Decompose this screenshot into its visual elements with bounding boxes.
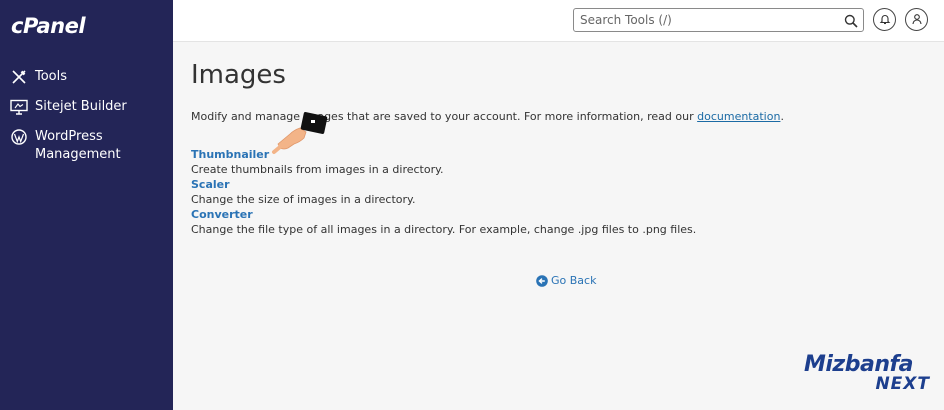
- tools-icon: [10, 68, 28, 86]
- scaler-link[interactable]: Scaler: [191, 178, 230, 191]
- scaler-description: Change the size of images in a directory…: [191, 193, 416, 206]
- sidebar-item-label: Tools: [35, 69, 68, 84]
- brand-subtitle: NEXT: [875, 374, 930, 394]
- intro-text-before: Modify and manage images that are saved …: [191, 110, 698, 123]
- sidebar: cPanel Tools Sitejet Builder WordPress M…: [0, 0, 173, 410]
- search-box[interactable]: [573, 8, 864, 32]
- documentation-link[interactable]: documentation: [697, 110, 780, 123]
- wordpress-icon: [10, 128, 28, 146]
- converter-link[interactable]: Converter: [191, 208, 253, 221]
- search-icon[interactable]: [844, 13, 858, 28]
- page-title: Images: [191, 60, 286, 90]
- sidebar-item-sitejet-builder[interactable]: Sitejet Builder: [10, 98, 145, 116]
- user-account-button[interactable]: [905, 8, 928, 31]
- sidebar-item-label: Sitejet Builder: [35, 99, 127, 114]
- thumbnailer-description: Create thumbnails from images in a direc…: [191, 163, 444, 176]
- top-bar: [173, 0, 944, 42]
- thumbnailer-link[interactable]: Thumbnailer: [191, 148, 269, 161]
- bell-icon: [879, 10, 891, 29]
- mizbanfa-next-logo: Mizbanfa NEXT: [800, 352, 936, 398]
- converter-description: Change the file type of all images in a …: [191, 223, 697, 236]
- user-icon: [911, 10, 923, 29]
- go-back-label: Go Back: [551, 274, 597, 287]
- search-input[interactable]: [574, 9, 834, 31]
- notifications-button[interactable]: [873, 8, 896, 31]
- go-back-link[interactable]: Go Back: [536, 274, 596, 287]
- pointing-hand-icon: [270, 108, 332, 158]
- intro-text-after: .: [780, 110, 784, 123]
- arrow-left-circle-icon: [536, 274, 548, 287]
- sidebar-item-wordpress-management[interactable]: WordPress Management: [10, 128, 145, 164]
- sidebar-item-tools[interactable]: Tools: [10, 68, 145, 86]
- sidebar-item-label: WordPress Management: [35, 129, 121, 162]
- sitejet-monitor-icon: [10, 98, 28, 116]
- cpanel-logo[interactable]: cPanel: [11, 14, 86, 38]
